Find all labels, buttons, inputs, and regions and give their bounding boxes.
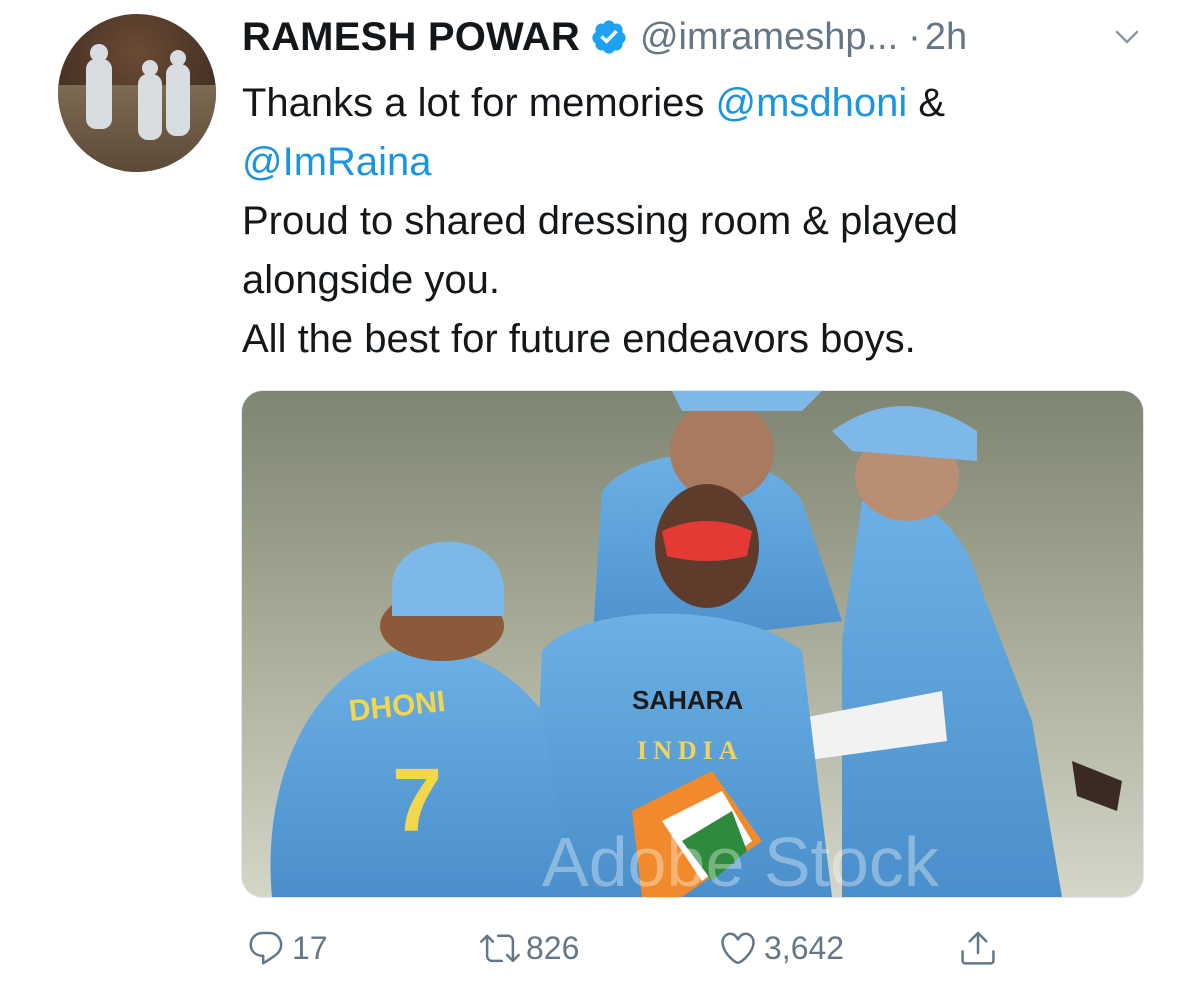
- separator-dot: ·: [908, 15, 921, 58]
- like-button[interactable]: 3,642: [718, 922, 844, 974]
- shirt-text-sahara: SAHARA: [632, 685, 743, 715]
- media-photo: SAHARA INDIA DHONI 7 Adobe Stock: [242, 391, 1143, 897]
- tweet-text-line: All the best for future endeavors boys.: [242, 317, 916, 361]
- player-back-cap: [672, 391, 822, 411]
- jersey-number: 7: [392, 751, 442, 851]
- tweet-media-image[interactable]: SAHARA INDIA DHONI 7 Adobe Stock: [241, 390, 1144, 898]
- mention-link[interactable]: @ImRaina: [242, 140, 432, 184]
- reply-icon: [249, 931, 283, 965]
- author-handle[interactable]: @imrameshp...: [640, 16, 898, 59]
- verified-badge-icon: [592, 20, 626, 54]
- tweet-header: RAMESH POWAR @imrameshp... · 2h: [242, 12, 967, 62]
- player-back-face: [670, 401, 774, 501]
- avatar-figure-head: [90, 44, 108, 62]
- tweet-action-bar: 17 826 3,642: [0, 922, 1200, 974]
- author-name[interactable]: RAMESH POWAR: [242, 15, 580, 60]
- avatar-figure: [166, 64, 190, 136]
- text-segment: Thanks a lot for memories: [242, 81, 716, 125]
- tweet-text-line: Thanks a lot for memories @msdhoni &: [242, 74, 1162, 133]
- tweet-text-line: alongside you.: [242, 258, 500, 302]
- reply-count: 17: [292, 929, 328, 966]
- reply-button[interactable]: 17: [246, 922, 328, 974]
- retweet-button[interactable]: 826: [480, 922, 579, 974]
- player-center-sunglasses: [662, 521, 752, 561]
- avatar-figure-head: [142, 60, 158, 76]
- avatar-figure: [138, 74, 162, 140]
- share-button[interactable]: [958, 922, 998, 974]
- avatar-background: [58, 85, 216, 172]
- retweet-count: 826: [526, 929, 580, 966]
- share-icon: [961, 931, 995, 965]
- watermark-text: Adobe Stock: [542, 823, 940, 897]
- avatar-figure-head: [170, 50, 186, 66]
- author-avatar[interactable]: [58, 14, 216, 172]
- mention-link[interactable]: @msdhoni: [716, 81, 908, 125]
- tweet-text: Thanks a lot for memories @msdhoni & @Im…: [242, 74, 1162, 369]
- chevron-down-icon[interactable]: [1112, 22, 1142, 52]
- tweet-text-line: @ImRaina: [242, 133, 1162, 192]
- tweet-timestamp[interactable]: 2h: [925, 16, 967, 59]
- text-segment: &: [907, 81, 946, 125]
- like-icon: [721, 932, 755, 965]
- retweet-icon: [480, 934, 520, 963]
- like-count: 3,642: [764, 929, 845, 966]
- shirt-text-india: INDIA: [637, 736, 744, 765]
- tweet-text-line: Proud to shared dressing room & played: [242, 199, 958, 243]
- avatar-figure: [86, 59, 112, 129]
